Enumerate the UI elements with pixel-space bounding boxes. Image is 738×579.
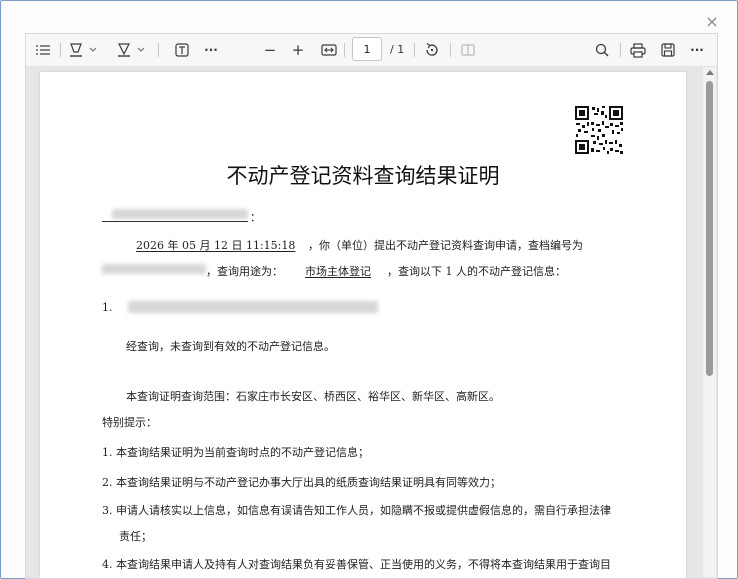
page-total: / 1 [390, 43, 405, 56]
query-purpose: 市场主体登记 [305, 265, 371, 278]
notice-title: 特别提示： [102, 416, 157, 429]
scroll-up-icon[interactable] [706, 70, 714, 75]
fit-width-icon[interactable] [318, 40, 340, 60]
text-box-icon[interactable] [172, 40, 192, 60]
zoom-out-icon[interactable]: − [260, 40, 280, 60]
qr-code-icon [575, 106, 623, 154]
redacted-file-number [102, 264, 206, 274]
pdf-viewer: ··· − + 1 / 1 ··· 不动产登记资料查询结果证明 ： 2026 年… [25, 33, 718, 579]
page-view-icon[interactable] [458, 40, 478, 60]
notice-item: 4. 本查询结果申请人及持有人对查询结果负有妥善保管、正当使用的义务，不得将本查… [102, 558, 611, 571]
pdf-toolbar: ··· − + 1 / 1 ··· [26, 34, 717, 67]
query-date: 2026 年 05 月 12 日 11:15:18 [136, 239, 296, 252]
scope-text: 本查询证明查询范围：石家庄市长安区、桥西区、裕华区、新华区、高新区。 [126, 390, 500, 403]
line1-text: ，你（单位）提出不动产登记资料查询申请，查档编号为 [308, 239, 583, 252]
notice-item: 3. 申请人请核实以上信息，如信息有误请告知工作人员，如隐瞒不报或提供虚假信息的… [102, 504, 611, 517]
print-icon[interactable] [628, 40, 648, 60]
chevron-down-icon[interactable] [88, 40, 98, 60]
pdf-page: 不动产登记资料查询结果证明 ： 2026 年 05 月 12 日 11:15:1… [40, 72, 686, 578]
zoom-in-icon[interactable]: + [288, 40, 308, 60]
chevron-down-icon[interactable] [136, 40, 146, 60]
document-title: 不动产登记资料查询结果证明 [226, 164, 500, 188]
page-number-input[interactable]: 1 [352, 37, 382, 61]
redacted-addressee [112, 209, 248, 219]
draw-icon[interactable] [114, 40, 134, 60]
rotate-icon[interactable] [422, 40, 442, 60]
scrollbar-thumb[interactable] [706, 81, 713, 376]
item-number: 1. [102, 301, 113, 314]
redacted-person-info [128, 301, 378, 313]
list-icon[interactable] [34, 40, 52, 60]
notice-item-continued: 责任； [119, 530, 152, 543]
notice-item: 1. 本查询结果证明为当前查询时点的不动产登记信息； [102, 446, 369, 459]
notice-item: 2. 本查询结果证明与不动产登记办事大厅出具的纸质查询结果证明具有同等效力； [102, 476, 501, 489]
close-icon[interactable]: × [703, 13, 721, 31]
highlight-icon[interactable] [66, 40, 86, 60]
line2-text: ，查询用途为： [206, 265, 283, 278]
save-icon[interactable] [658, 40, 678, 60]
addressee-suffix: ： [250, 211, 261, 224]
result-text: 经查询，未查询到有效的不动产登记信息。 [126, 340, 335, 353]
more-icon[interactable]: ··· [686, 40, 708, 60]
dialog-window: × ··· − + 1 / 1 ··· 不动产登记资料查询结果证明 ： 2026… [0, 0, 738, 579]
search-icon[interactable] [592, 40, 612, 60]
more-icon[interactable]: ··· [200, 40, 222, 60]
vertical-scrollbar[interactable] [703, 67, 716, 577]
line2-tail: ，查询以下 1 人的不动产登记信息： [387, 265, 566, 278]
